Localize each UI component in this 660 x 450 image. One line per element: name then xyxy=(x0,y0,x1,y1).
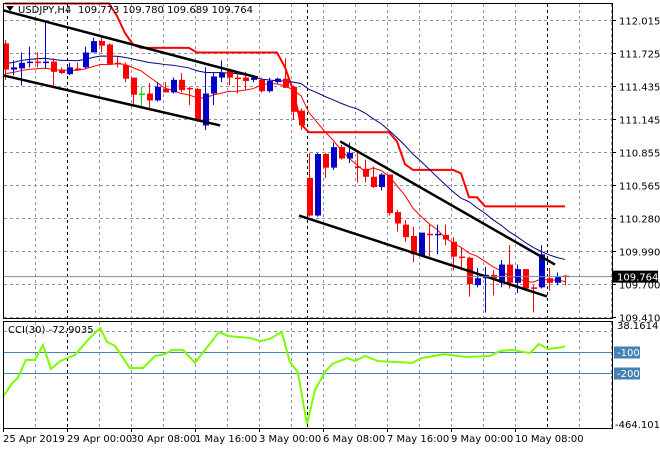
candle-body xyxy=(195,88,201,120)
x-tick-label: 29 Apr 00:00 xyxy=(67,434,132,445)
y-tick-label: 110.565 xyxy=(619,182,660,193)
candle-body xyxy=(523,269,529,289)
x-tick-label: 3 May 00:00 xyxy=(259,434,321,445)
candle-body xyxy=(459,256,465,259)
candle-body xyxy=(531,287,537,289)
candle-body xyxy=(147,93,153,101)
price-chart[interactable]: 112.015 111.725 111.435 111.145 110.855 110.5… xyxy=(0,0,660,450)
candle-body xyxy=(307,177,313,216)
cci-tick-label: -100 xyxy=(617,348,640,359)
candle-body xyxy=(283,78,289,88)
candle-body xyxy=(379,174,385,188)
candle-body xyxy=(419,232,425,256)
candle-body xyxy=(347,152,353,159)
candle-body xyxy=(451,241,457,257)
candle-body xyxy=(315,153,321,216)
y-tick-label: 111.725 xyxy=(619,50,660,61)
candle-body xyxy=(139,93,145,96)
candle-body xyxy=(155,86,161,101)
candle-body xyxy=(475,278,481,286)
y-tick-label: 110.855 xyxy=(619,149,660,160)
candle-body xyxy=(243,77,249,81)
candle-body xyxy=(363,168,369,177)
candle-body xyxy=(235,77,241,80)
symbol-timeframe: USDJPY,H4 xyxy=(18,5,71,16)
candle-body xyxy=(299,110,305,126)
candle-body xyxy=(67,67,73,75)
candle-body xyxy=(163,88,169,93)
y-tick-label: 110.280 xyxy=(619,215,660,226)
cci-title: CCI(30) -72.9035 xyxy=(8,325,94,336)
candle-body xyxy=(123,65,129,79)
candle-body xyxy=(43,61,49,64)
x-tick-label: 7 May 16:00 xyxy=(387,434,449,445)
candle-body xyxy=(211,76,217,94)
candle-body xyxy=(403,224,409,238)
x-tick-label: 6 May 08:00 xyxy=(323,434,385,445)
candle-body xyxy=(171,79,177,93)
candles-layer xyxy=(3,20,569,313)
candle-body xyxy=(275,78,281,83)
candle-body xyxy=(387,174,393,214)
candle-body xyxy=(19,62,25,69)
candle-body xyxy=(371,176,377,188)
moving-averages-layer xyxy=(4,55,566,283)
candle-body xyxy=(547,278,553,283)
candle-body xyxy=(179,79,185,91)
candle-body xyxy=(515,269,521,283)
trendline[interactable] xyxy=(339,140,556,266)
x-tick-label: 9 May 00:00 xyxy=(451,434,513,445)
candle-body xyxy=(507,264,513,283)
y-tick-label: 112.015 xyxy=(619,17,660,28)
y-tick-label: 111.435 xyxy=(619,83,660,94)
candle-body xyxy=(35,61,41,64)
candle-body xyxy=(27,61,33,64)
cci-tick-label: 38.1614 xyxy=(617,321,658,332)
candle-body xyxy=(259,79,265,92)
x-tick-label: 30 Apr 08:00 xyxy=(131,434,196,445)
y-tick-label: 109.990 xyxy=(619,248,660,259)
cci-tick-label: -464.1012 xyxy=(615,420,660,431)
candle-body xyxy=(11,67,17,70)
candle-body xyxy=(435,233,441,236)
candle-body xyxy=(339,147,345,159)
candle-body xyxy=(107,44,113,64)
cci-tick-label: -200 xyxy=(617,369,640,380)
y-tick-label: 111.145 xyxy=(619,116,660,127)
candle-body xyxy=(291,86,297,112)
candle-body xyxy=(355,166,361,169)
candle-body xyxy=(555,277,561,283)
candle-body xyxy=(267,80,273,92)
candle-body xyxy=(115,62,121,65)
axes-layer: 112.015 111.725 111.435 111.145 110.855 110.5… xyxy=(3,17,660,445)
candle-body xyxy=(427,233,433,236)
period-separators xyxy=(67,4,548,428)
candle-body xyxy=(219,73,225,78)
candle-body xyxy=(91,41,97,53)
current-price-label: 109.764 xyxy=(617,273,658,284)
x-tick-label: 10 May 08:00 xyxy=(515,434,584,445)
x-tick-label: 1 May 16:00 xyxy=(195,434,257,445)
x-tick-label: 25 Apr 2019 xyxy=(3,434,65,445)
ohlc-readout: 109.773 109.780 109.689 109.764 xyxy=(78,5,253,16)
candle-body xyxy=(51,61,57,72)
candle-body xyxy=(83,52,89,68)
cci-line xyxy=(2,326,566,425)
candle-body xyxy=(323,153,329,168)
candle-body xyxy=(59,69,65,74)
candle-body xyxy=(443,234,449,240)
candle-body xyxy=(395,212,401,224)
candle-body xyxy=(131,77,137,95)
candle-body xyxy=(99,41,105,46)
candle-body xyxy=(331,147,337,168)
candle-body xyxy=(75,68,81,70)
candle-body xyxy=(187,87,193,90)
